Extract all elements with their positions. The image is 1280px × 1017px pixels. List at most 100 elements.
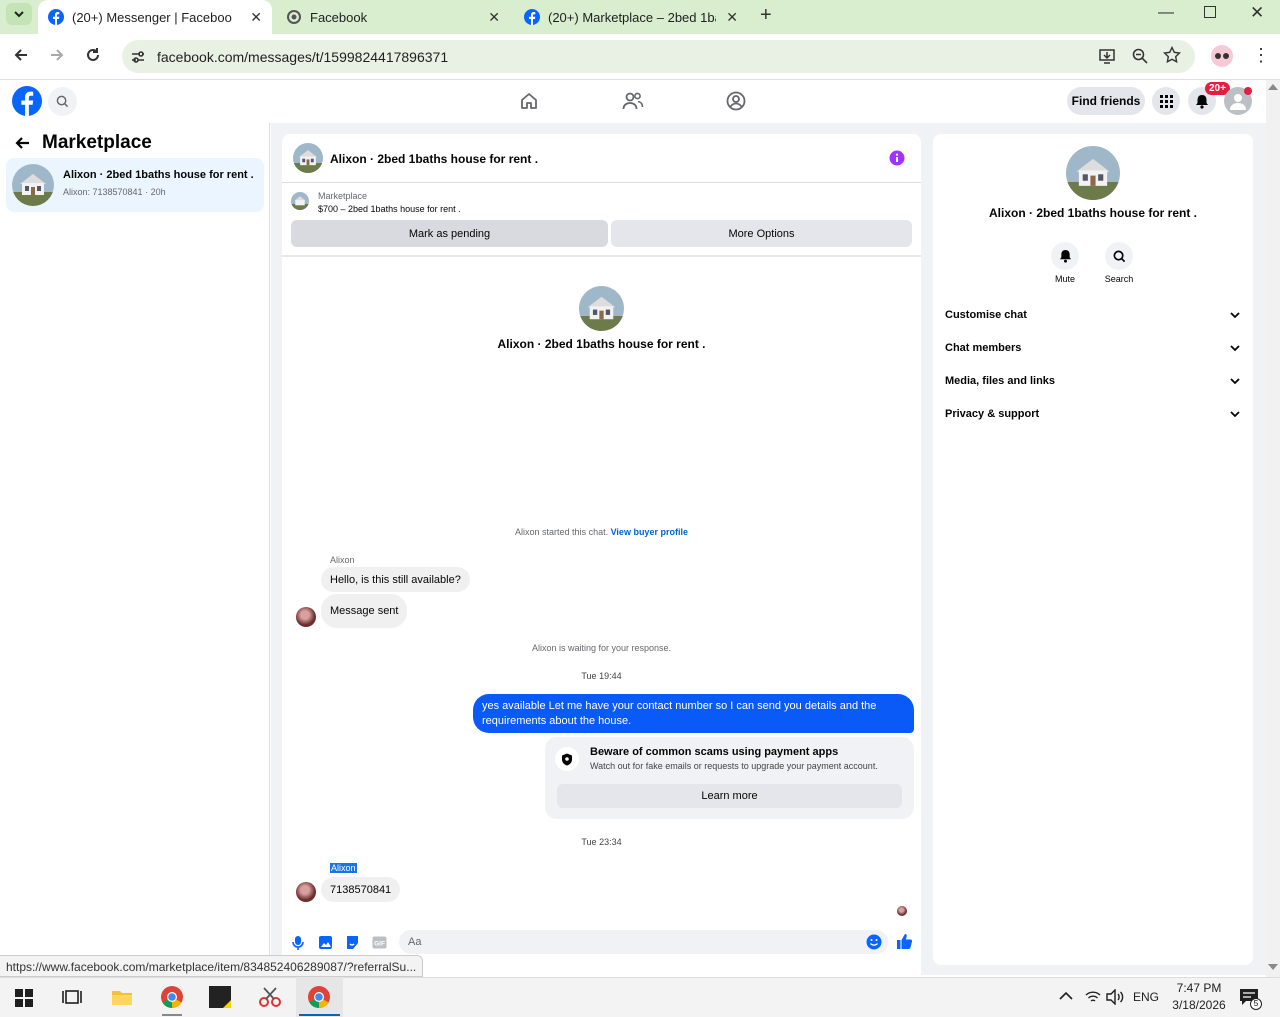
house-thumbnail (12, 164, 54, 206)
scroll-down-arrow[interactable] (1268, 964, 1278, 970)
chevron-down-icon[interactable] (1230, 377, 1240, 385)
mark-as-pending-button[interactable]: Mark as pending (291, 220, 608, 247)
more-options-button[interactable]: More Options (611, 220, 912, 247)
zoom-icon[interactable] (1131, 47, 1149, 65)
section-media-files-links[interactable]: Media, files and links (945, 375, 1055, 387)
voice-clip-button[interactable] (291, 935, 305, 951)
mute-label: Mute (1054, 274, 1075, 284)
read-receipt-avatar (897, 906, 907, 916)
home-nav-button[interactable] (519, 91, 539, 111)
my-message-bubble[interactable]: yes available Let me have your contact n… (473, 694, 914, 733)
profile-avatar-icon[interactable] (1211, 45, 1233, 67)
sender-avatar[interactable] (296, 607, 316, 627)
search-icon (1113, 250, 1125, 262)
clock-date[interactable]: 3/18/2026 (1164, 998, 1234, 1012)
chevron-down-icon (14, 11, 24, 18)
friends-nav-button[interactable] (622, 91, 644, 111)
like-button[interactable] (896, 933, 913, 950)
language-indicator[interactable]: ENG (1133, 990, 1159, 1004)
close-tab-icon[interactable]: ✕ (250, 9, 262, 26)
message-bubble[interactable]: 7138570841 (321, 877, 401, 902)
chevron-down-icon[interactable] (1230, 410, 1240, 418)
snipping-tool-icon[interactable] (258, 986, 282, 1008)
menu-button[interactable] (1152, 87, 1180, 115)
facebook-logo[interactable] (12, 86, 42, 116)
info-icon (889, 150, 905, 166)
back-button[interactable] (12, 46, 30, 64)
show-hidden-icons-button[interactable] (1059, 991, 1073, 1001)
bookmark-star-icon[interactable] (1163, 46, 1181, 64)
info-button[interactable] (889, 150, 905, 166)
close-tab-icon[interactable]: ✕ (726, 9, 738, 26)
started-text: Alixon started this chat. (515, 527, 609, 537)
attach-photo-button[interactable] (318, 935, 333, 950)
listing-divider (282, 255, 921, 257)
gif-button[interactable]: GIF (372, 936, 387, 949)
timestamp: Tue 23:34 (581, 837, 622, 847)
arrow-right-icon (51, 49, 64, 61)
chevron-down-icon[interactable] (1230, 311, 1240, 319)
browser-menu-icon[interactable]: ⋮ (1252, 46, 1270, 64)
sender-avatar[interactable] (296, 882, 316, 902)
loading-icon (287, 10, 301, 24)
section-privacy-support[interactable]: Privacy & support (945, 408, 1039, 420)
chrome-icon[interactable] (160, 985, 184, 1009)
chevron-down-icon[interactable] (1230, 344, 1240, 352)
tab-facebook[interactable]: Facebook ✕ (276, 0, 510, 34)
chat-header-title[interactable]: Alixon · 2bed 1baths house for rent . (330, 152, 538, 166)
restore-button[interactable] (1204, 6, 1216, 18)
intro-title: Alixon · 2bed 1baths house for rent . (497, 337, 706, 351)
section-customise-chat[interactable]: Customise chat (945, 309, 1027, 321)
clock-time[interactable]: 7:47 PM (1169, 981, 1229, 995)
task-view-button[interactable] (62, 988, 82, 1006)
message-input-placeholder: Aa (408, 936, 422, 948)
wifi-icon[interactable] (1085, 990, 1101, 1004)
view-buyer-profile-link[interactable]: View buyer profile (611, 527, 688, 537)
forward-button[interactable] (48, 46, 66, 64)
tab-messenger[interactable]: (20+) Messenger | Facebook ✕ (38, 0, 272, 34)
message-input[interactable] (399, 930, 888, 954)
find-friends-button[interactable]: Find friends (1067, 87, 1145, 115)
emoji-button[interactable] (866, 934, 882, 950)
microphone-icon (292, 936, 304, 950)
file-explorer-icon[interactable] (111, 987, 133, 1007)
start-button[interactable] (15, 989, 33, 1007)
close-window-button[interactable]: ✕ (1250, 3, 1264, 23)
volume-icon[interactable] (1106, 989, 1124, 1005)
reload-button[interactable] (84, 46, 102, 64)
conversation-title: Alixon · 2bed 1baths house for rent . (63, 169, 254, 181)
mute-button[interactable] (1051, 242, 1079, 270)
home-icon (521, 93, 537, 109)
tab-search-button[interactable] (6, 3, 32, 25)
taskbar-active-indicator (162, 1014, 182, 1016)
fb-search-button[interactable] (48, 87, 77, 116)
learn-more-button[interactable]: Learn more (557, 784, 902, 808)
task-view-icon (62, 990, 82, 1004)
sticky-notes-icon[interactable] (209, 986, 231, 1008)
tab-marketplace[interactable]: (20+) Marketplace – 2bed 1bath ✕ (514, 0, 748, 34)
chat-header-avatar[interactable] (293, 143, 323, 173)
site-info-icon[interactable] (130, 49, 146, 65)
svg-text:GIF: GIF (374, 941, 385, 948)
message-bubble[interactable]: Message sent (321, 594, 408, 628)
listing-thumbnail[interactable] (291, 192, 309, 210)
arrow-left-icon (15, 137, 29, 149)
page-scrollbar[interactable] (1266, 80, 1280, 977)
install-app-icon[interactable] (1098, 47, 1116, 65)
header-divider (282, 182, 921, 183)
chrome-icon (307, 985, 331, 1009)
search-in-chat-button[interactable] (1105, 242, 1133, 270)
close-tab-icon[interactable]: ✕ (488, 9, 500, 26)
groups-nav-button[interactable] (726, 91, 746, 111)
section-chat-members[interactable]: Chat members (945, 342, 1021, 354)
sticker-button[interactable] (345, 935, 360, 950)
listing-text[interactable]: $700 – 2bed 1baths house for rent . (318, 204, 461, 214)
message-bubble[interactable]: Hello, is this still available? (321, 567, 470, 592)
minimize-button[interactable]: — (1158, 4, 1174, 22)
bell-icon (1059, 249, 1071, 263)
friends-icon (622, 92, 644, 110)
new-tab-button[interactable]: + (760, 4, 772, 27)
scroll-up-arrow[interactable] (1268, 84, 1278, 90)
details-avatar (1066, 146, 1120, 200)
back-to-marketplace-button[interactable] (14, 134, 32, 152)
